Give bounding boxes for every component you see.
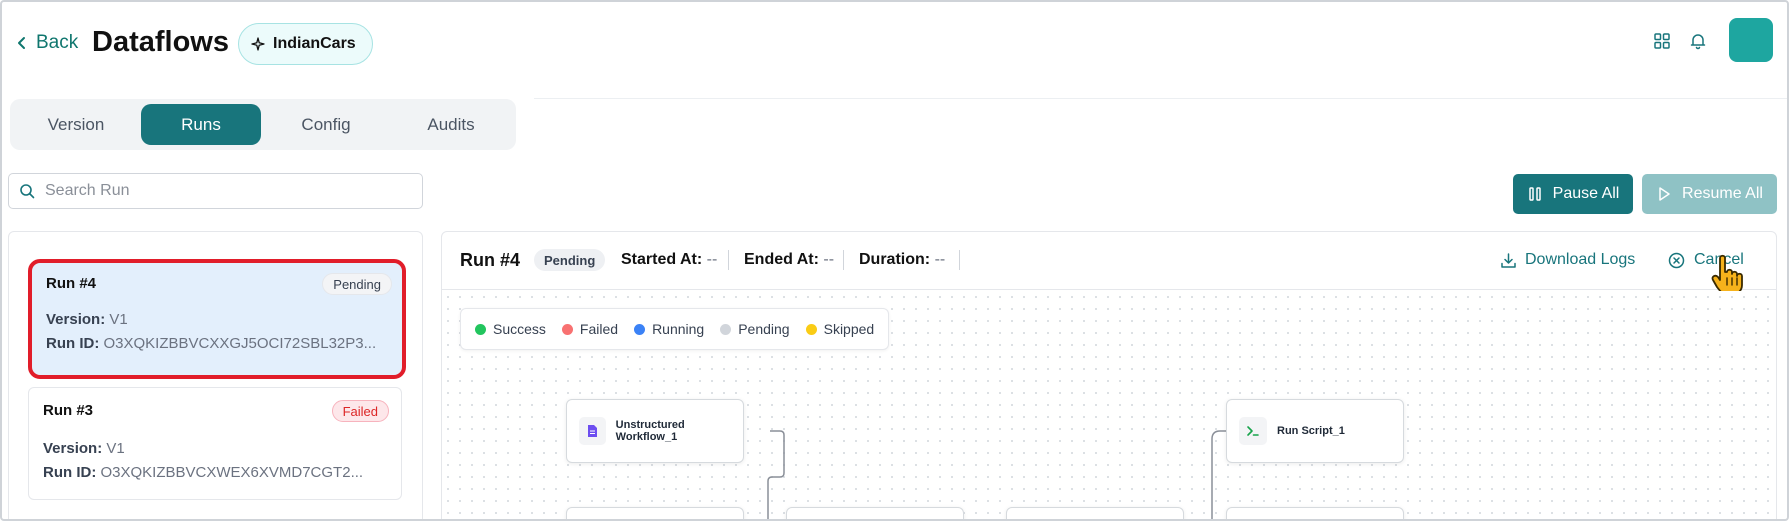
tab-bar: Version Runs Config Audits — [10, 99, 516, 150]
apps-grid-icon[interactable] — [1653, 32, 1671, 50]
play-icon — [1659, 187, 1670, 201]
node-icon-box — [1239, 417, 1267, 445]
meta-divider — [843, 250, 844, 270]
legend-failed: Failed — [561, 321, 618, 337]
search-box — [8, 173, 423, 209]
meta-divider — [959, 250, 960, 270]
workflow-node[interactable]: Unstructured Workflow_1 — [566, 399, 744, 463]
legend-dot — [561, 323, 573, 335]
bell-icon[interactable] — [1689, 32, 1707, 50]
workflow-node[interactable]: Run Script_1 — [1226, 399, 1404, 463]
resume-all-button[interactable]: Resume All — [1642, 174, 1777, 214]
terminal-icon — [1247, 426, 1259, 436]
run-version: Version: V1 — [43, 440, 125, 457]
page-title: Dataflows — [92, 26, 229, 58]
run-card[interactable]: Run #3 Failed Version: V1 Run ID: O3XQKI… — [28, 387, 402, 500]
project-name: IndianCars — [273, 35, 356, 52]
tab-runs[interactable]: Runs — [141, 104, 261, 145]
back-label: Back — [36, 32, 79, 53]
pause-all-button[interactable]: Pause All — [1513, 174, 1633, 214]
tab-audits[interactable]: Audits — [391, 104, 511, 145]
legend-dot — [805, 323, 817, 335]
search-input[interactable] — [45, 182, 405, 200]
header-icons — [1653, 32, 1707, 50]
resume-all-label: Resume All — [1682, 185, 1763, 202]
close-circle-icon — [1668, 252, 1685, 268]
duration: Duration: -- — [859, 251, 946, 268]
node-label: Run Script_1 — [1277, 425, 1345, 437]
legend-pending: Pending — [720, 321, 790, 337]
project-chip[interactable]: IndianCars — [238, 23, 373, 65]
document-icon — [588, 425, 598, 437]
workflow-node-partial[interactable] — [1006, 507, 1184, 519]
meta-divider — [728, 250, 729, 270]
legend-dot — [720, 323, 732, 335]
node-label: Unstructured Workflow_1 — [615, 419, 685, 443]
download-logs-label: Download Logs — [1525, 251, 1636, 268]
legend-skipped: Skipped — [805, 321, 874, 337]
run-id: Run ID: O3XQKIZBBVCXWEX6XVMD7CGT2... — [43, 464, 364, 481]
back-button[interactable]: Back — [14, 32, 78, 54]
status-badge: Failed — [331, 400, 389, 422]
pause-icon — [1528, 187, 1541, 201]
node-icon-box — [579, 417, 606, 445]
legend-dot — [475, 323, 486, 335]
tab-version[interactable]: Version — [16, 104, 136, 145]
workflow-node-partial[interactable] — [1226, 507, 1404, 519]
legend-success: Success — [475, 321, 546, 337]
status-legend: Success Failed Running Pending Skipped — [460, 308, 890, 350]
download-icon — [1501, 252, 1516, 268]
run-card-selected[interactable]: Run #4 Pending Version: V1 Run ID: O3XQK… — [28, 259, 406, 379]
app-window: Back Dataflows IndianCars Version Runs C… — [0, 0, 1789, 521]
sparkle-icon — [251, 37, 265, 51]
run-version: Version: V1 — [46, 311, 128, 328]
run-id: Run ID: O3XQKIZBBVCXXGJ5OCI72SBL32P3... — [46, 335, 377, 352]
status-badge: Pending — [322, 273, 392, 295]
workflow-node-partial[interactable] — [786, 507, 964, 519]
tab-config[interactable]: Config — [266, 104, 386, 145]
run-detail-panel: Run #4 Pending Started At: -- Ended At: … — [441, 231, 1777, 519]
legend-running: Running — [634, 321, 704, 337]
search-icon — [20, 184, 35, 199]
pause-all-label: Pause All — [1552, 185, 1620, 202]
ended-at: Ended At: -- — [744, 251, 835, 268]
status-badge: Pending — [534, 249, 606, 271]
chevron-left-icon — [18, 37, 25, 49]
workflow-canvas[interactable]: Success Failed Running Pending Skipped U… — [442, 291, 1776, 519]
started-at: Started At: -- — [621, 251, 718, 268]
avatar[interactable] — [1729, 18, 1773, 62]
run-detail-header: Run #4 Pending Started At: -- Ended At: … — [442, 232, 1776, 296]
run-title: Run #3 — [43, 402, 94, 419]
run-title: Run #4 — [46, 275, 97, 292]
legend-dot — [634, 323, 646, 335]
run-detail-title: Run #4 — [460, 250, 521, 270]
download-logs-button[interactable]: Download Logs — [1500, 251, 1635, 269]
run-list: Run #4 Pending Version: V1 Run ID: O3XQK… — [8, 231, 423, 519]
workflow-node-partial[interactable] — [566, 507, 744, 519]
header-divider — [534, 98, 1787, 99]
